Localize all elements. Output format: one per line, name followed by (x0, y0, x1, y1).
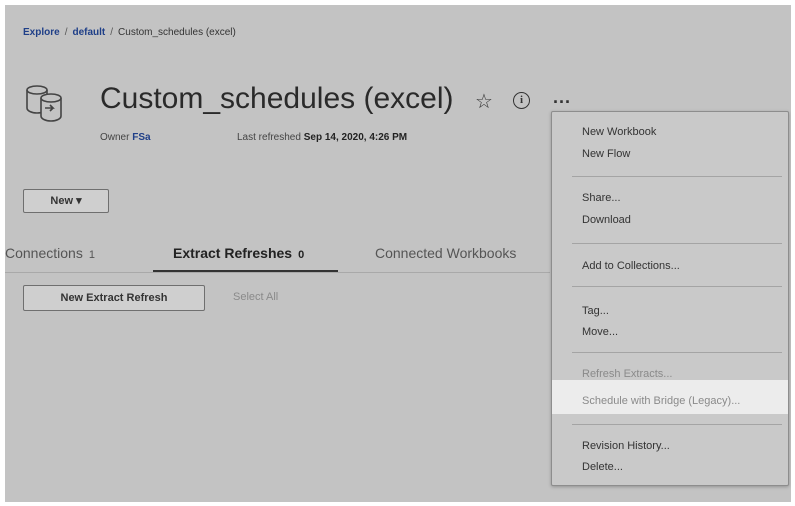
menu-item-new-workbook[interactable]: New Workbook (582, 126, 656, 138)
more-actions-button[interactable]: ... (553, 87, 571, 108)
tab-connections[interactable]: Connections 1 (5, 245, 95, 261)
menu-divider (572, 243, 782, 244)
tab-count: 1 (88, 249, 95, 261)
menu-item-tag[interactable]: Tag... (582, 305, 609, 317)
owner-label: Owner (100, 132, 130, 143)
menu-item-move[interactable]: Move... (582, 326, 618, 338)
page-overlay: Explore / default / Custom_schedules (excel)… (5, 5, 791, 502)
owner-link[interactable]: FSa (132, 132, 150, 143)
select-all-link[interactable]: Select All (233, 291, 278, 303)
refreshed-value: Sep 14, 2020, 4:26 PM (303, 132, 408, 143)
star-icon[interactable]: ☆ (475, 89, 493, 114)
menu-item-refresh-extracts: Refresh Extracts... (582, 368, 673, 380)
owner-info: Owner FSa (100, 132, 151, 143)
breadcrumb-explore[interactable]: Explore (23, 27, 60, 38)
breadcrumb-current: Custom_schedules (excel) (118, 27, 236, 38)
tab-label: Connected Workbooks (375, 245, 517, 261)
breadcrumb: Explore / default / Custom_schedules (excel) (23, 27, 236, 38)
menu-divider (572, 352, 782, 353)
tabs-divider (5, 272, 550, 273)
new-button[interactable]: New ▾ (23, 189, 109, 213)
more-actions-menu: New Workbook New Flow Share... Download … (551, 111, 789, 486)
tab-bar: Connections 1 Extract Refreshes 0 Connecte… (5, 245, 565, 273)
tab-label: Connections (5, 245, 83, 261)
breadcrumb-separator: / (64, 27, 68, 38)
new-extract-refresh-button[interactable]: New Extract Refresh (23, 285, 205, 311)
refresh-info: Last refreshed Sep 14, 2020, 4:26 PM (237, 132, 407, 143)
tab-connected-workbooks[interactable]: Connected Workbooks (375, 245, 516, 261)
menu-item-new-flow[interactable]: New Flow (582, 148, 630, 160)
menu-item-download[interactable]: Download (582, 214, 631, 226)
data-source-icon (26, 85, 62, 122)
tab-extract-refreshes[interactable]: Extract Refreshes 0 (173, 245, 304, 261)
breadcrumb-project[interactable]: default (72, 27, 105, 38)
tab-count: 0 (298, 249, 305, 261)
menu-divider (572, 176, 782, 177)
refreshed-label: Last refreshed (237, 132, 301, 143)
menu-item-revision-history[interactable]: Revision History... (582, 440, 670, 452)
tab-label: Extract Refreshes (173, 245, 293, 261)
menu-item-add-to-collections[interactable]: Add to Collections... (582, 260, 680, 272)
info-icon[interactable]: i (513, 92, 530, 109)
breadcrumb-separator: / (110, 27, 114, 38)
menu-divider (572, 424, 782, 425)
menu-item-share[interactable]: Share... (582, 192, 621, 204)
menu-divider (572, 286, 782, 287)
menu-item-schedule-with-bridge[interactable]: Schedule with Bridge (Legacy)... (582, 395, 740, 407)
menu-item-delete[interactable]: Delete... (582, 461, 623, 473)
page-title: Custom_schedules (excel) (100, 82, 454, 115)
